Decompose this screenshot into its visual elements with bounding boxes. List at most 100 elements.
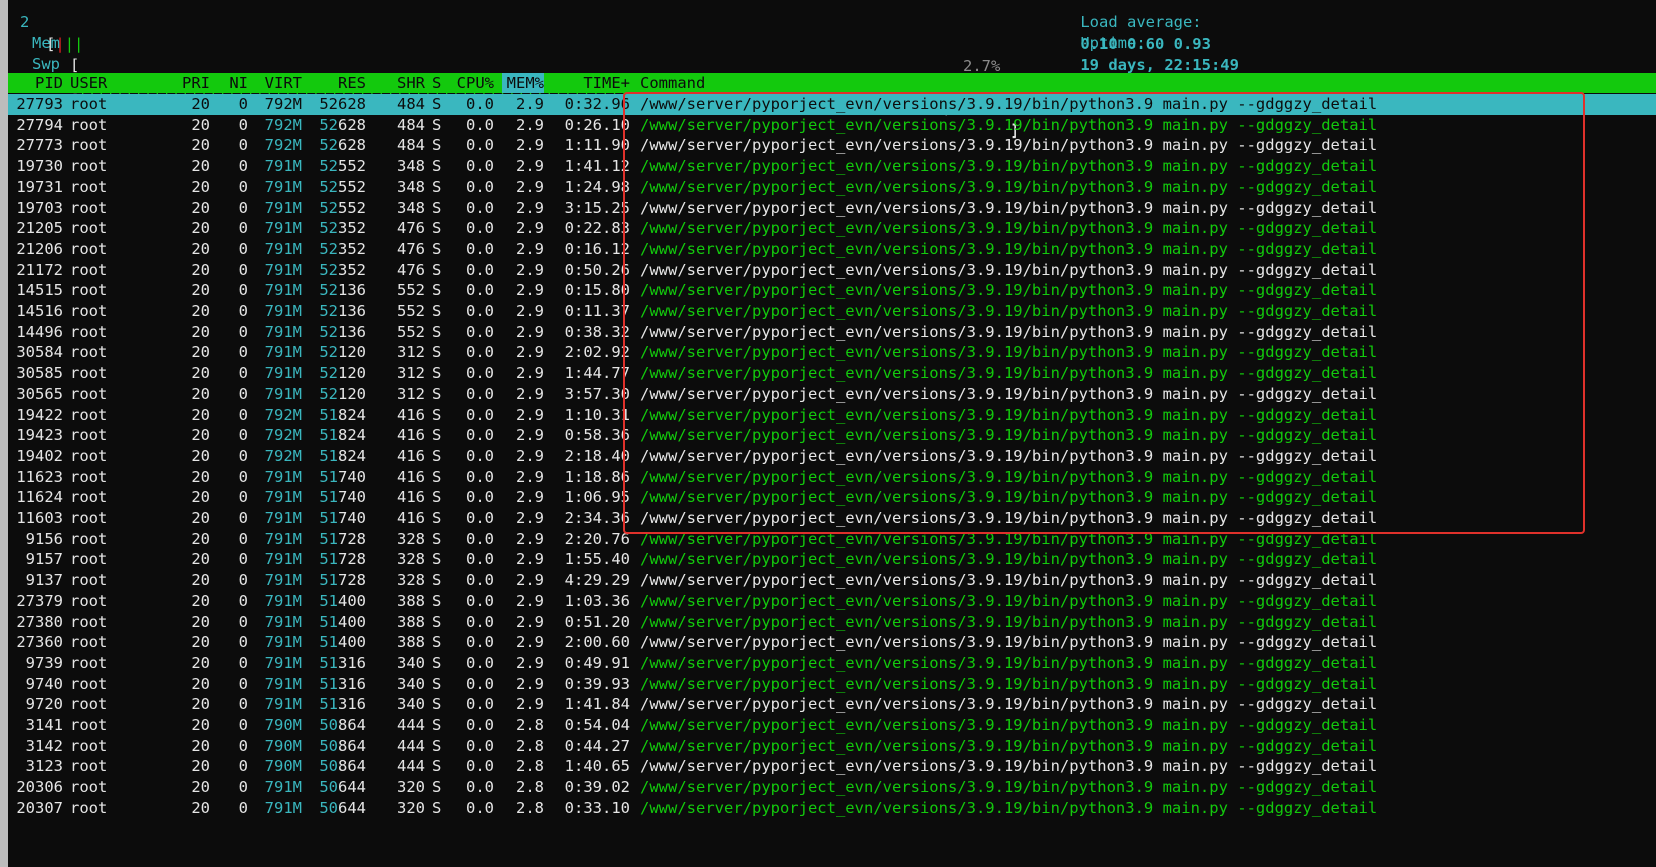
cell-res: 51400 [319, 591, 366, 610]
cell-virt: 790M [264, 716, 302, 734]
uptime-value: 19 days, 22:15:49 [1080, 56, 1239, 74]
process-row[interactable]: 19703 root 20 0 791M 52552 348 S 0.0 2.9 3:15.25/w… [8, 198, 1656, 219]
cell-pid: 21206 [16, 239, 63, 258]
process-row[interactable]: 20306 root 20 0 791M 50644 320 S 0.0 2.8 0:39.02/w… [8, 777, 1656, 798]
header-col-res[interactable]: RES [308, 73, 366, 93]
header-col-mem[interactable]: MEM% [502, 73, 544, 93]
cell-pid: 19402 [16, 446, 63, 465]
process-row[interactable]: 11624 root 20 0 791M 51740 416 S 0.0 2.9 1:06.95/w… [8, 487, 1656, 508]
cell-shr: 416 [397, 446, 425, 465]
process-row[interactable]: 19423 root 20 0 792M 51824 416 S 0.0 2.9 0:58.36/w… [8, 425, 1656, 446]
process-row[interactable]: 9157 root 20 0 791M 51728 328 S 0.0 2.9 1:55.40/ww… [8, 549, 1656, 570]
cell-virt: 791M [264, 239, 302, 258]
process-row[interactable]: 9156 root 20 0 791M 51728 328 S 0.0 2.9 2:20.76/ww… [8, 529, 1656, 550]
process-row[interactable]: 19731 root 20 0 791M 52552 348 S 0.0 2.9 1:24.98/w… [8, 177, 1656, 198]
process-row[interactable]: 21172 root 20 0 791M 52352 476 S 0.0 2.9 0:50.26/w… [8, 260, 1656, 281]
process-row[interactable]: 30565 root 20 0 791M 52120 312 S 0.0 2.9 3:57.30/w… [8, 384, 1656, 405]
cell-pid: 19731 [16, 177, 63, 196]
process-table-header[interactable]: PID USER PRI NI VIRT RES SHR S CPU% MEM% TIME+ Comm… [8, 73, 1656, 93]
cell-s: S [432, 95, 442, 113]
process-row[interactable]: 27773 root 20 0 792M 52628 484 S 0.0 2.9 1:11.90/w… [8, 135, 1656, 156]
process-row[interactable]: 9720 root 20 0 791M 51316 340 S 0.0 2.9 1:41.84/ww… [8, 694, 1656, 715]
process-row[interactable]: 14516 root 20 0 791M 52136 552 S 0.0 2.9 0:11.37/w… [8, 301, 1656, 322]
cell-virt: 791M [264, 302, 302, 320]
cell-mem: 2.9 [516, 302, 544, 320]
cell-command: /www/server/pyporject_evn/versions/3.9.1… [640, 612, 1540, 633]
header-col-shr[interactable]: SHR [383, 73, 425, 93]
process-row[interactable]: 27794 root 20 0 792M 52628 484 S 0.0 2.9 0:26.10/w… [8, 115, 1656, 136]
cell-cpu: 0.0 [466, 633, 494, 652]
cell-pri: 20 [191, 633, 210, 652]
process-row[interactable]: 27360 root 20 0 791M 51400 388 S 0.0 2.9 2:00.60/w… [8, 632, 1656, 653]
process-row[interactable]: 14515 root 20 0 791M 52136 552 S 0.0 2.9 0:15.80/w… [8, 280, 1656, 301]
cell-mem: 2.9 [516, 198, 544, 217]
process-row[interactable]: 19422 root 20 0 792M 51824 416 S 0.0 2.9 1:10.31/w… [8, 405, 1656, 426]
process-row[interactable]: 11603 root 20 0 791M 51740 416 S 0.0 2.9 2:34.36/w… [8, 508, 1656, 529]
header-col-pid[interactable]: PID [8, 73, 63, 93]
cell-user: root [70, 426, 108, 445]
cell-command: /www/server/pyporject_evn/versions/3.9.1… [640, 218, 1540, 239]
cell-s: S [432, 239, 442, 258]
command-args: main.py --gdggzy_detail [1153, 798, 1378, 817]
process-row[interactable]: 21206 root 20 0 791M 52352 476 S 0.0 2.9 0:16.12/w… [8, 239, 1656, 260]
process-row[interactable]: 27380 root 20 0 791M 51400 388 S 0.0 2.9 0:51.20/w… [8, 612, 1656, 633]
header-col-user[interactable]: USER [70, 73, 130, 93]
header-col-s[interactable]: S [432, 73, 444, 93]
process-row[interactable]: 27379 root 20 0 791M 51400 388 S 0.0 2.9 1:03.36/w… [8, 591, 1656, 612]
header-col-cpu[interactable]: CPU% [452, 73, 494, 93]
cell-s: S [432, 136, 442, 155]
cell-res: 51728 [319, 529, 366, 548]
cell-mem: 2.9 [516, 426, 544, 445]
cell-time: 2:02.92 [564, 343, 630, 362]
process-row[interactable]: 3123 root 20 0 790M 50864 444 S 0.0 2.8 1:40.65/ww… [8, 756, 1656, 777]
cell-res: 51740 [319, 488, 366, 507]
cell-cpu: 0.0 [466, 115, 494, 134]
header-col-time[interactable]: TIME+ [556, 73, 630, 93]
header-col-ni[interactable]: NI [218, 73, 248, 93]
header-col-pri[interactable]: PRI [174, 73, 210, 93]
htop-terminal[interactable]: 2 [||| 2.7% ] Load average: 0.10 0.60 0.… [8, 0, 1656, 867]
cell-cpu: 0.0 [466, 550, 494, 569]
process-row[interactable]: 9739 root 20 0 791M 51316 340 S 0.0 2.9 0:49.91/ww… [8, 653, 1656, 674]
cell-shr: 444 [397, 757, 425, 776]
process-row-selected[interactable]: 27793 root 20 0 792M 52628 484 S 0.0 2.9 0:32.96/w… [8, 94, 1656, 115]
uptime-label: Uptime: [1080, 34, 1146, 52]
cell-s: S [432, 591, 442, 610]
process-row[interactable]: 30585 root 20 0 791M 52120 312 S 0.0 2.9 1:44.77/w… [8, 363, 1656, 384]
cell-command: /www/server/pyporject_evn/versions/3.9.1… [640, 487, 1540, 508]
process-row[interactable]: 20307 root 20 0 791M 50644 320 S 0.0 2.8 0:33.10/w… [8, 798, 1656, 819]
cell-time: 0:15.80 [564, 281, 630, 300]
cell-pid: 9156 [25, 529, 63, 548]
cell-cpu: 0.0 [466, 674, 494, 693]
cell-mem: 2.9 [516, 695, 544, 714]
cell-shr: 484 [397, 136, 425, 155]
process-row[interactable]: 14496 root 20 0 791M 52136 552 S 0.0 2.9 0:38.32/w… [8, 322, 1656, 343]
process-row[interactable]: 9137 root 20 0 791M 51728 328 S 0.0 2.9 4:29.29/ww… [8, 570, 1656, 591]
header-col-command[interactable]: Command [640, 73, 1540, 93]
command-path: /www/server/pyporject_evn/versions/3.9.1… [640, 612, 1154, 631]
cell-shr: 476 [397, 219, 425, 238]
process-row[interactable]: 21205 root 20 0 791M 52352 476 S 0.0 2.9 0:22.83/w… [8, 218, 1656, 239]
cell-s: S [432, 633, 442, 652]
cell-res: 52628 [319, 95, 366, 113]
uptime: Uptime: 19 days, 22:15:49 [1043, 10, 1239, 74]
process-row[interactable]: 9740 root 20 0 791M 51316 340 S 0.0 2.9 0:39.93/ww… [8, 674, 1656, 695]
process-row[interactable]: 3142 root 20 0 790M 50864 444 S 0.0 2.8 0:44.27/ww… [8, 736, 1656, 757]
cell-pid: 9157 [25, 550, 63, 569]
cell-pri: 20 [191, 239, 210, 258]
header-col-virt[interactable]: VIRT [258, 73, 302, 93]
cell-mem: 2.8 [516, 716, 544, 734]
process-row[interactable]: 3141 root 20 0 790M 50864 444 S 0.0 2.8 0:54.04/ww… [8, 715, 1656, 736]
cell-ni: 0 [238, 778, 248, 797]
cell-time: 0:39.02 [564, 778, 630, 797]
process-row[interactable]: 11623 root 20 0 791M 51740 416 S 0.0 2.9 1:18.86/w… [8, 467, 1656, 488]
cell-mem: 2.9 [516, 95, 544, 113]
cell-cpu: 0.0 [466, 198, 494, 217]
process-row[interactable]: 19402 root 20 0 792M 51824 416 S 0.0 2.9 2:18.40/w… [8, 446, 1656, 467]
process-row[interactable]: 30584 root 20 0 791M 52120 312 S 0.0 2.9 2:02.92/w… [8, 342, 1656, 363]
command-path: /www/server/pyporject_evn/versions/3.9.1… [640, 757, 1154, 776]
cell-mem: 2.9 [516, 633, 544, 652]
process-row[interactable]: 19730 root 20 0 791M 52552 348 S 0.0 2.9 1:41.12/w… [8, 156, 1656, 177]
command-args: main.py --gdggzy_detail [1153, 757, 1378, 776]
cell-pri: 20 [191, 281, 210, 300]
